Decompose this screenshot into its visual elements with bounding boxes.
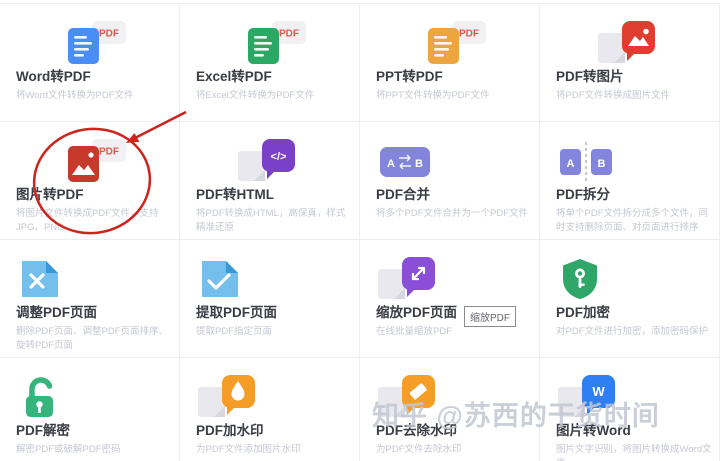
tool-subtitle: 为PDF文件去除水印: [376, 443, 534, 457]
svg-text:PDF: PDF: [279, 29, 299, 40]
svg-text:A: A: [567, 158, 575, 170]
tool-subtitle: 删除PDF页面、调整PDF页面排序、旋转PDF页面: [16, 325, 174, 353]
tool-card-pdf-split[interactable]: A B PDF拆分 将单个PDF文件拆分成多个文件，同时支持删除页面、对页面进行…: [540, 122, 720, 240]
zoom-pdf-tooltip: 缩放PDF: [464, 306, 516, 327]
svg-text:A: A: [387, 158, 395, 170]
tool-title: PDF加水印: [196, 419, 264, 439]
tool-subtitle: 将多个PDF文件合并为一个PDF文件: [376, 207, 534, 221]
pdf-merge-icon: A B: [378, 139, 450, 185]
ppt-doc-pdf-icon: PDF: [418, 21, 490, 67]
tool-title: 缩放PDF页面: [376, 301, 457, 321]
tool-title: 提取PDF页面: [196, 301, 277, 321]
image-to-pdf-icon: PDF: [58, 139, 130, 185]
tool-subtitle: 将PPT文件转换为PDF文件: [376, 89, 534, 103]
word-doc-pdf-icon: PDF: [58, 21, 130, 67]
tool-card-pdf-to-image[interactable]: PDF转图片 将PDF文件转换成图片文件: [540, 4, 720, 122]
extract-pages-icon: [198, 257, 270, 303]
svg-text:PDF: PDF: [459, 29, 479, 40]
tool-card-adjust-pdf-pages[interactable]: 调整PDF页面 删除PDF页面、调整PDF页面排序、旋转PDF页面: [0, 240, 180, 358]
tool-subtitle: 将图片文件转换成PDF文件，支持JPG、PNG: [16, 207, 174, 235]
adjust-pages-icon: [18, 257, 90, 303]
pdf-to-image-icon: [598, 21, 670, 67]
tool-title: PDF拆分: [556, 183, 610, 203]
tool-subtitle: 解密PDF或破解PDF密码: [16, 443, 174, 457]
tool-card-word-to-pdf[interactable]: PDF Word转PDF 将Word文件转换为PDF文件: [0, 4, 180, 122]
tool-card-image-to-pdf[interactable]: PDF 图片转PDF 将图片文件转换成PDF文件，支持JPG、PNG: [0, 122, 180, 240]
tool-subtitle: 对PDF文件进行加密，添加密码保护: [556, 325, 714, 339]
svg-text:</>: </>: [271, 151, 287, 163]
tool-card-pdf-to-html[interactable]: </> PDF转HTML 将PDF转换成HTML，高保真，样式精准还原: [180, 122, 360, 240]
tool-subtitle: 将PDF文件转换成图片文件: [556, 89, 714, 103]
pdf-split-icon: A B: [558, 139, 630, 185]
add-watermark-icon: [198, 375, 270, 421]
tool-title: 图片转PDF: [16, 183, 84, 203]
tool-title: PDF合并: [376, 183, 430, 203]
tool-title: PDF解密: [16, 419, 70, 439]
tool-title: Word转PDF: [16, 65, 91, 85]
tool-card-pdf-encrypt[interactable]: PDF加密 对PDF文件进行加密，添加密码保护: [540, 240, 720, 358]
tool-title: Excel转PDF: [196, 65, 272, 85]
svg-text:PDF: PDF: [99, 147, 119, 158]
tool-card-pdf-add-watermark[interactable]: PDF加水印 为PDF文件添加图片水印: [180, 358, 360, 461]
tool-card-ppt-to-pdf[interactable]: PDF PPT转PDF 将PPT文件转换为PDF文件: [360, 4, 540, 122]
decrypt-padlock-icon: [18, 375, 90, 421]
zoom-pages-icon: [378, 257, 450, 303]
pdf-to-html-icon: </>: [238, 139, 310, 185]
excel-doc-pdf-icon: PDF: [238, 21, 310, 67]
tool-title: PPT转PDF: [376, 65, 443, 85]
zhihu-watermark: 知乎 @苏西的干货时间: [372, 394, 660, 433]
tool-title: PDF加密: [556, 301, 610, 321]
tool-title: PDF转HTML: [196, 183, 274, 203]
tool-subtitle: 将PDF转换成HTML，高保真，样式精准还原: [196, 207, 354, 235]
svg-text:PDF: PDF: [99, 29, 119, 40]
tool-subtitle: 将单个PDF文件拆分成多个文件，同时支持删除页面、对页面进行排序: [556, 207, 714, 235]
pdf-tools-page: PDF Word转PDF 将Word文件转换为PDF文件 PDF Excel转P…: [0, 0, 720, 461]
tool-subtitle: 在线批量缩放PDF: [376, 325, 534, 339]
tool-card-pdf-merge[interactable]: A B PDF合并 将多个PDF文件合并为一个PDF文件: [360, 122, 540, 240]
tool-subtitle: 将Word文件转换为PDF文件: [16, 89, 174, 103]
tool-title: 调整PDF页面: [16, 301, 97, 321]
tool-card-pdf-decrypt[interactable]: PDF解密 解密PDF或破解PDF密码: [0, 358, 180, 461]
tools-grid: PDF Word转PDF 将Word文件转换为PDF文件 PDF Excel转P…: [0, 3, 720, 461]
svg-text:B: B: [598, 158, 606, 170]
tool-card-zoom-pdf-pages[interactable]: 缩放PDF页面 在线批量缩放PDF: [360, 240, 540, 358]
tool-card-excel-to-pdf[interactable]: PDF Excel转PDF 将Excel文件转换为PDF文件: [180, 4, 360, 122]
tool-subtitle: 提取PDF指定页面: [196, 325, 354, 339]
svg-text:B: B: [415, 158, 423, 170]
encrypt-shield-icon: [558, 257, 630, 303]
tool-subtitle: 将Excel文件转换为PDF文件: [196, 89, 354, 103]
tool-subtitle: 图片文字识别，将图片转换成Word文件: [556, 443, 714, 461]
tool-subtitle: 为PDF文件添加图片水印: [196, 443, 354, 457]
tool-title: PDF转图片: [556, 65, 624, 85]
tool-card-extract-pdf-pages[interactable]: 提取PDF页面 提取PDF指定页面: [180, 240, 360, 358]
